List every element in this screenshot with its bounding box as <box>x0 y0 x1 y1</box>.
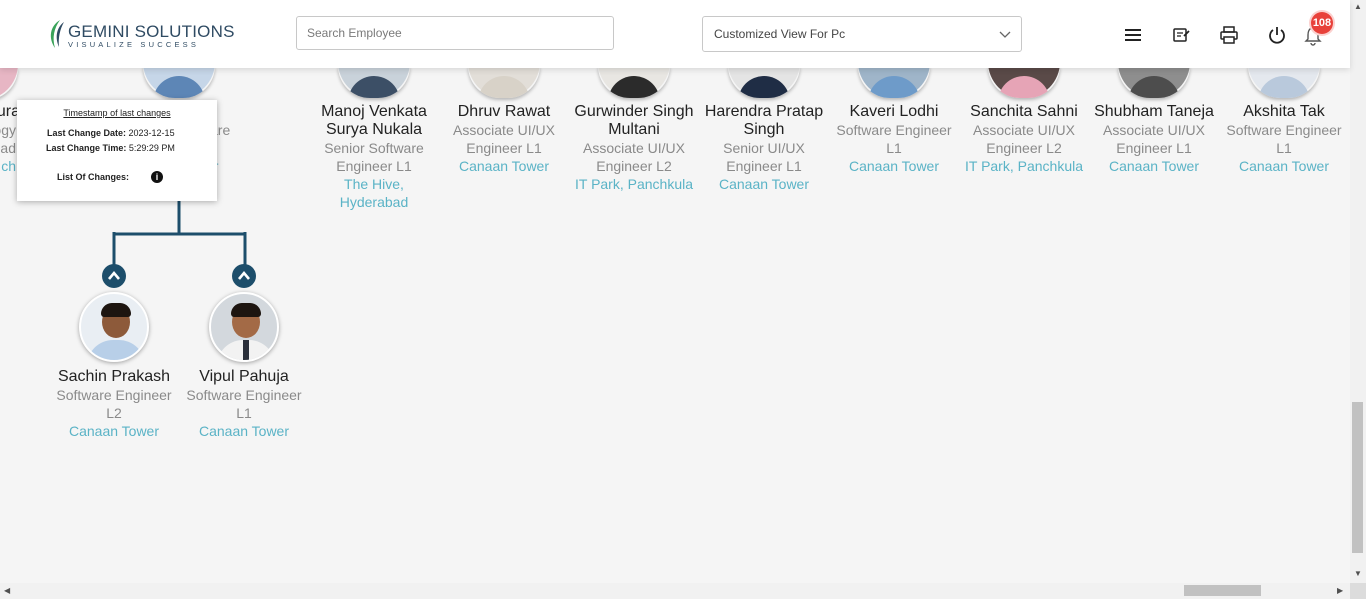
avatar-shubham[interactable] <box>1118 66 1190 98</box>
partial-desc2-left: ead <box>0 140 16 156</box>
employee-location: Canaan Tower <box>458 158 550 174</box>
employee-designation: Senior UI/UX Engineer L1 <box>723 140 805 174</box>
employee-name: Harendra Pratap Singh <box>704 103 824 138</box>
chevron-up-icon <box>238 270 250 280</box>
employee-location: IT Park, Panchkula <box>574 176 694 192</box>
chevron-up-icon <box>108 270 120 280</box>
employee-location: Canaan Tower <box>718 176 810 192</box>
employee-location: Canaan Tower <box>198 423 290 439</box>
employee-designation: Software Engineer L1 <box>186 387 302 421</box>
employee-designation: Associate UI/UX Engineer L2 <box>973 122 1075 156</box>
employee-card[interactable]: Harendra Pratap Singh Senior UI/UX Engin… <box>699 103 829 193</box>
employee-name: Akshita Tak <box>1243 103 1325 120</box>
power-icon[interactable] <box>1267 25 1287 45</box>
horizontal-scrollbar[interactable]: ◀ ▶ <box>0 583 1350 599</box>
employee-designation: Associate UI/UX Engineer L1 <box>1103 122 1205 156</box>
print-icon[interactable] <box>1219 25 1239 45</box>
employee-name: Manoj Venkata Surya Nukala <box>321 103 427 138</box>
avatar-akshita[interactable] <box>1248 66 1320 98</box>
employee-name: Kaveri Lodhi <box>849 103 939 120</box>
employee-card[interactable]: Sanchita Sahni Associate UI/UX Engineer … <box>959 103 1089 175</box>
employee-card[interactable]: Manoj Venkata Surya Nukala Senior Softwa… <box>309 103 439 211</box>
collapse-button[interactable] <box>102 264 126 288</box>
employee-designation: Senior Software Engineer L1 <box>324 140 424 174</box>
employee-name: Sanchita Sahni <box>970 103 1078 120</box>
employee-location: Canaan Tower <box>848 158 940 174</box>
last-change-date-row: Last Change Date: 2023-12-15 <box>47 128 175 138</box>
employee-card[interactable]: Dhruv Rawat Associate UI/UX Engineer L1 … <box>439 103 569 175</box>
avatar-sanchita[interactable] <box>988 66 1060 98</box>
employee-name: Vipul Pahuja <box>199 368 289 385</box>
search-employee-input[interactable] <box>296 16 614 50</box>
tooltip-title: Timestamp of last changes <box>63 108 171 118</box>
employee-name: Shubham Taneja <box>1094 103 1214 120</box>
employee-name: Dhruv Rawat <box>457 103 551 120</box>
employee-card[interactable]: Sachin Prakash Software Engineer L2 Cana… <box>49 368 179 440</box>
employee-card[interactable]: Shubham Taneja Associate UI/UX Engineer … <box>1089 103 1219 175</box>
employee-card[interactable]: Kaveri Lodhi Software Engineer L1 Canaan… <box>829 103 959 175</box>
avatar-partial-left[interactable] <box>0 68 18 100</box>
employee-name: Gurwinder Singh Multani <box>574 103 694 138</box>
avatar-manoj[interactable] <box>338 66 410 98</box>
employee-card[interactable]: Vipul Pahuja Software Engineer L1 Canaan… <box>179 368 309 440</box>
gemini-logo[interactable]: GEMINI SOLUTIONS VISUALIZE SUCCESS <box>46 16 234 52</box>
avatar-dhruv[interactable] <box>468 66 540 98</box>
chevron-down-icon <box>999 31 1011 38</box>
employee-location: Canaan Tower <box>1108 158 1200 174</box>
scrollbar-corner <box>1350 583 1366 599</box>
employee-designation: Associate UI/UX Engineer L2 <box>583 140 685 174</box>
last-changes-tooltip: Timestamp of last changes Last Change Da… <box>17 100 217 201</box>
employee-name: Sachin Prakash <box>57 368 171 385</box>
employee-designation: Software Engineer L2 <box>56 387 172 421</box>
avatar-gurwinder[interactable] <box>598 66 670 98</box>
avatar-vipul[interactable] <box>209 292 279 362</box>
view-select[interactable]: Customized View For Pc <box>702 16 1022 52</box>
org-connector-lines <box>112 195 247 267</box>
view-select-value: Customized View For Pc <box>714 27 846 41</box>
avatar-kaveri[interactable] <box>858 66 930 98</box>
collapse-button[interactable] <box>232 264 256 288</box>
time-value: 5:29:29 PM <box>128 143 175 153</box>
edit-note-icon[interactable] <box>1171 25 1191 45</box>
logo-tagline: VISUALIZE SUCCESS <box>68 40 200 49</box>
employee-designation: Associate UI/UX Engineer L1 <box>453 122 555 156</box>
scroll-left-arrow-icon[interactable]: ◀ <box>4 586 10 595</box>
partial-desc-left: ogy <box>0 122 16 138</box>
avatar-parent[interactable] <box>143 66 215 98</box>
vertical-scroll-thumb[interactable] <box>1352 402 1363 553</box>
vertical-scrollbar[interactable]: ▲ ▼ <box>1350 0 1366 583</box>
employee-card[interactable]: Akshita Tak Software Engineer L1 Canaan … <box>1219 103 1349 175</box>
employee-card[interactable]: Gurwinder Singh Multani Associate UI/UX … <box>569 103 699 193</box>
avatar-sachin[interactable] <box>79 292 149 362</box>
notification-badge[interactable]: 108 <box>1311 12 1333 34</box>
menu-icon[interactable] <box>1123 25 1143 45</box>
employee-location: Canaan Tower <box>68 423 160 439</box>
employee-location: Canaan Tower <box>1238 158 1330 174</box>
app-header: GEMINI SOLUTIONS VISUALIZE SUCCESS Custo… <box>0 0 1350 68</box>
date-value: 2023-12-15 <box>128 128 175 138</box>
avatar-harendra[interactable] <box>728 66 800 98</box>
scroll-up-arrow-icon[interactable]: ▲ <box>1354 2 1362 11</box>
scroll-down-arrow-icon[interactable]: ▼ <box>1354 569 1362 578</box>
employee-designation: Software Engineer L1 <box>1226 122 1342 156</box>
partial-loc-left: ch <box>1 158 16 174</box>
last-change-time-row: Last Change Time: 5:29:29 PM <box>46 143 175 153</box>
employee-location: IT Park, Panchkula <box>964 158 1084 174</box>
time-label: Last Change Time: <box>46 143 127 153</box>
employee-designation: Software Engineer L1 <box>836 122 952 156</box>
scroll-right-arrow-icon[interactable]: ▶ <box>1337 586 1343 595</box>
leaf-logo-icon <box>50 20 64 48</box>
horizontal-scroll-thumb[interactable] <box>1184 585 1261 596</box>
employee-location: The Hive, Hyderabad <box>339 176 409 210</box>
logo-name: GEMINI SOLUTIONS <box>68 22 235 41</box>
date-label: Last Change Date: <box>47 128 127 138</box>
info-icon[interactable]: i <box>151 171 163 183</box>
list-of-changes-label: List Of Changes: <box>57 172 130 182</box>
